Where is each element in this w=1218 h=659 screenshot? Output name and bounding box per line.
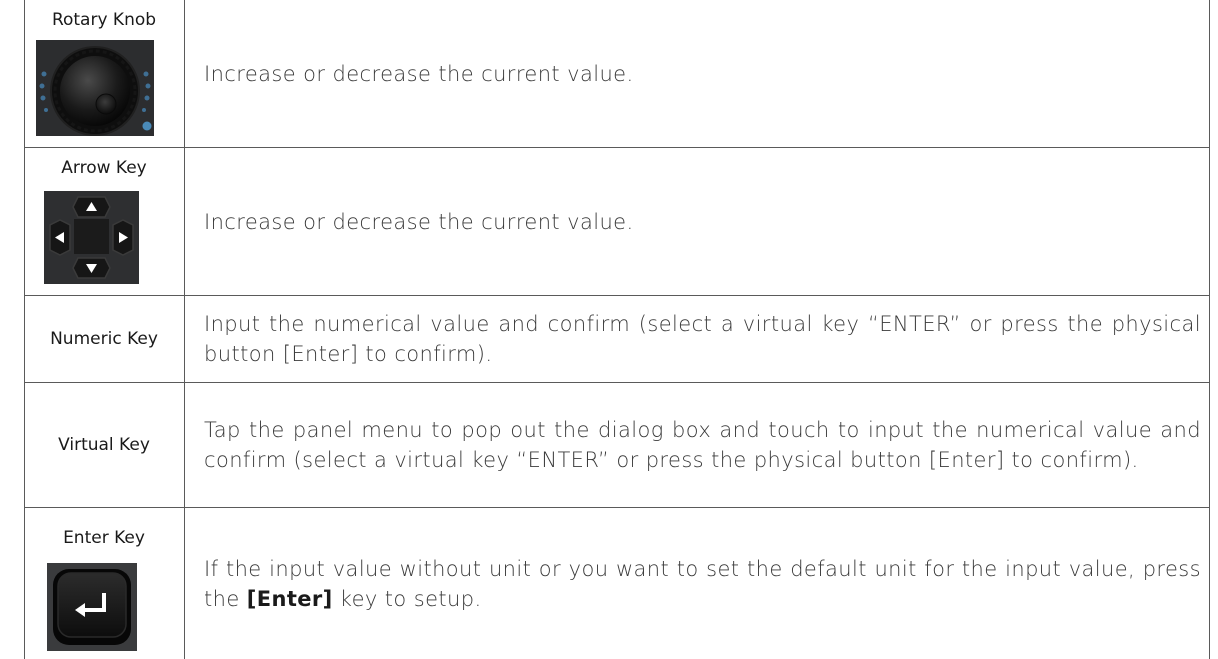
control-cell: Arrow Key bbox=[24, 148, 184, 295]
control-cell: Numeric Key bbox=[24, 296, 184, 382]
row-label: Rotary Knob bbox=[51, 10, 157, 30]
control-cell: Enter Key bbox=[24, 508, 184, 659]
control-cell: Virtual Key bbox=[24, 383, 184, 507]
row-label: Virtual Key bbox=[58, 435, 150, 455]
table-row: Rotary Knob Increase or decrease the cur… bbox=[24, 0, 1218, 147]
controls-table: Rotary Knob Increase or decrease the cur… bbox=[24, 0, 1218, 659]
rotary-knob-image bbox=[36, 40, 154, 136]
row-label: Enter Key bbox=[63, 528, 145, 548]
enter-key-image bbox=[47, 563, 137, 651]
row-label: Arrow Key bbox=[61, 158, 147, 178]
row-description: Tap the panel menu to pop out the dialog… bbox=[204, 418, 1201, 472]
description-cell: Increase or decrease the current value. bbox=[185, 148, 1209, 295]
control-cell: Rotary Knob bbox=[24, 0, 184, 147]
row-description: Input the numerical value and confirm (s… bbox=[204, 312, 1201, 366]
table-row: Arrow Key Increase or decrease the curre… bbox=[24, 148, 1218, 295]
description-cell: If the input value without unit or you w… bbox=[185, 508, 1209, 659]
description-cell: Tap the panel menu to pop out the dialog… bbox=[185, 383, 1209, 507]
description-text: key to setup. bbox=[332, 586, 482, 611]
arrow-key-pad-image bbox=[44, 191, 139, 284]
enter-key-reference: [Enter] bbox=[246, 586, 333, 611]
table-row: Numeric Key Input the numerical value an… bbox=[24, 296, 1218, 382]
table-row: Enter Key If the input value without uni… bbox=[24, 508, 1218, 659]
table-row: Virtual Key Tap the panel menu to pop ou… bbox=[24, 383, 1218, 507]
row-description: Increase or decrease the current value. bbox=[204, 61, 634, 86]
description-cell: Input the numerical value and confirm (s… bbox=[185, 296, 1209, 382]
row-label: Numeric Key bbox=[50, 329, 158, 349]
row-description: Increase or decrease the current value. bbox=[204, 209, 634, 234]
row-description: If the input value without unit or you w… bbox=[185, 554, 1209, 614]
description-cell: Increase or decrease the current value. bbox=[185, 0, 1209, 147]
